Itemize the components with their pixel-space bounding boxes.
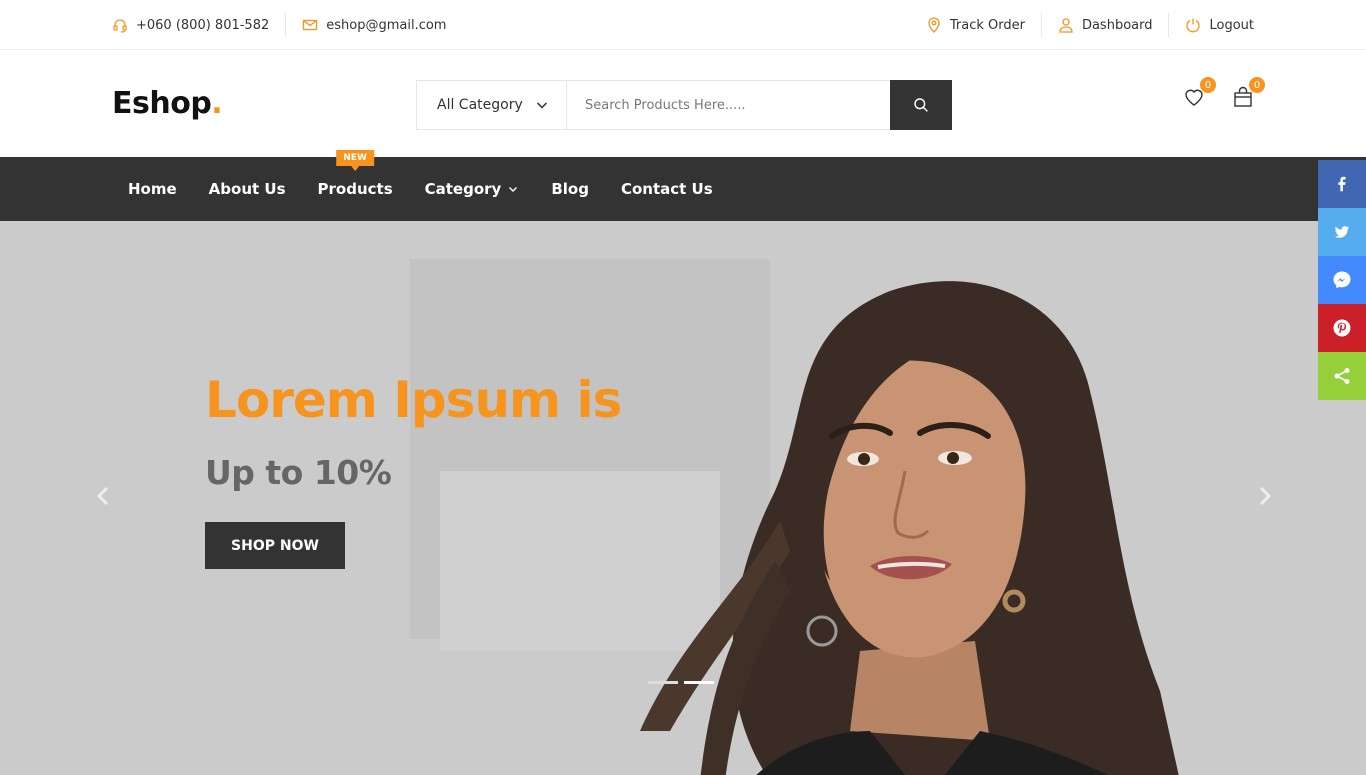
nav-item-about-us[interactable]: About Us — [193, 180, 302, 198]
twitter-icon — [1334, 226, 1350, 238]
social-share-bar — [1318, 160, 1366, 400]
share-button[interactable] — [1318, 352, 1366, 400]
contact-info: +060 (800) 801-582 eshop@gmail.com — [112, 0, 446, 50]
messenger-share-button[interactable] — [1318, 256, 1366, 304]
nav-item-home[interactable]: Home — [112, 180, 193, 198]
chevron-right-icon — [1259, 486, 1272, 506]
twitter-share-button[interactable] — [1318, 208, 1366, 256]
main-navigation: Home About Us NEW Products Category Blog… — [0, 150, 1366, 221]
site-logo[interactable]: Eshop. — [112, 86, 223, 121]
nav-label: Products — [317, 180, 393, 198]
envelope-icon — [302, 17, 318, 33]
hero-subtitle: Up to 10% — [205, 453, 392, 492]
prev-slide-button[interactable] — [94, 483, 114, 509]
nav-item-category[interactable]: Category — [409, 180, 536, 198]
logout-label: Logout — [1209, 17, 1254, 33]
pinterest-share-button[interactable] — [1318, 304, 1366, 352]
phone-info: +060 (800) 801-582 — [112, 17, 269, 33]
track-order-link[interactable]: Track Order — [926, 17, 1025, 33]
model-photo — [640, 281, 1179, 775]
category-selected-value: All Category — [437, 97, 523, 113]
logo-text: Eshop — [112, 86, 212, 121]
shop-now-button[interactable]: SHOP NOW — [205, 522, 345, 569]
messenger-icon — [1333, 271, 1351, 289]
nav-item-blog[interactable]: Blog — [535, 180, 605, 198]
power-icon — [1185, 17, 1201, 33]
headset-icon — [112, 17, 128, 33]
nav-label: About Us — [208, 180, 286, 198]
logo-dot: . — [211, 86, 223, 121]
nav-label: Home — [128, 180, 177, 198]
user-icon — [1058, 17, 1074, 33]
nav-item-products[interactable]: NEW Products — [302, 150, 409, 198]
hero-slider: Lorem Ipsum is Up to 10% SHOP NOW — [0, 221, 1366, 775]
nav-label: Contact Us — [620, 180, 713, 198]
location-pin-icon — [926, 17, 942, 33]
pinterest-icon — [1333, 319, 1351, 337]
next-slide-button[interactable] — [1254, 483, 1274, 509]
divider — [1040, 13, 1042, 37]
category-select[interactable]: All Category — [417, 81, 567, 129]
email-info: eshop@gmail.com — [302, 17, 446, 33]
nav-item-contact-us[interactable]: Contact Us — [605, 180, 729, 198]
share-icon — [1334, 368, 1350, 384]
search-icon — [911, 95, 931, 115]
phone-number: +060 (800) 801-582 — [136, 17, 270, 33]
logout-link[interactable]: Logout — [1185, 17, 1254, 33]
dashboard-link[interactable]: Dashboard — [1058, 17, 1153, 33]
divider — [285, 13, 287, 37]
nav-label: Category — [424, 180, 502, 198]
chevron-down-icon — [507, 183, 519, 195]
site-header: Eshop. All Category 0 0 — [0, 50, 1366, 157]
search-input[interactable] — [567, 81, 890, 129]
hero-title: Lorem Ipsum is — [205, 371, 622, 429]
nav-label: Blog — [551, 180, 589, 198]
chevron-left-icon — [96, 486, 109, 506]
divider — [1168, 13, 1170, 37]
facebook-icon — [1338, 176, 1346, 192]
slide-indicator-active[interactable] — [684, 681, 714, 684]
account-links: Track Order Dashboard Logout — [926, 0, 1254, 50]
cart-count-badge: 0 — [1249, 77, 1265, 93]
wishlist-count-badge: 0 — [1200, 77, 1216, 93]
slide-indicator[interactable] — [648, 681, 678, 684]
search-button[interactable] — [890, 80, 952, 130]
wishlist-button[interactable]: 0 — [1182, 77, 1216, 109]
search-bar: All Category — [416, 80, 952, 130]
dashboard-label: Dashboard — [1081, 17, 1153, 33]
facebook-share-button[interactable] — [1318, 160, 1366, 208]
track-order-label: Track Order — [949, 17, 1025, 33]
top-bar: +060 (800) 801-582 eshop@gmail.com Track… — [0, 0, 1366, 50]
new-badge: NEW — [336, 150, 374, 171]
slider-indicators — [648, 681, 714, 684]
email-address: eshop@gmail.com — [326, 17, 447, 33]
chevron-down-icon — [534, 97, 550, 113]
cart-button[interactable]: 0 — [1231, 77, 1265, 109]
